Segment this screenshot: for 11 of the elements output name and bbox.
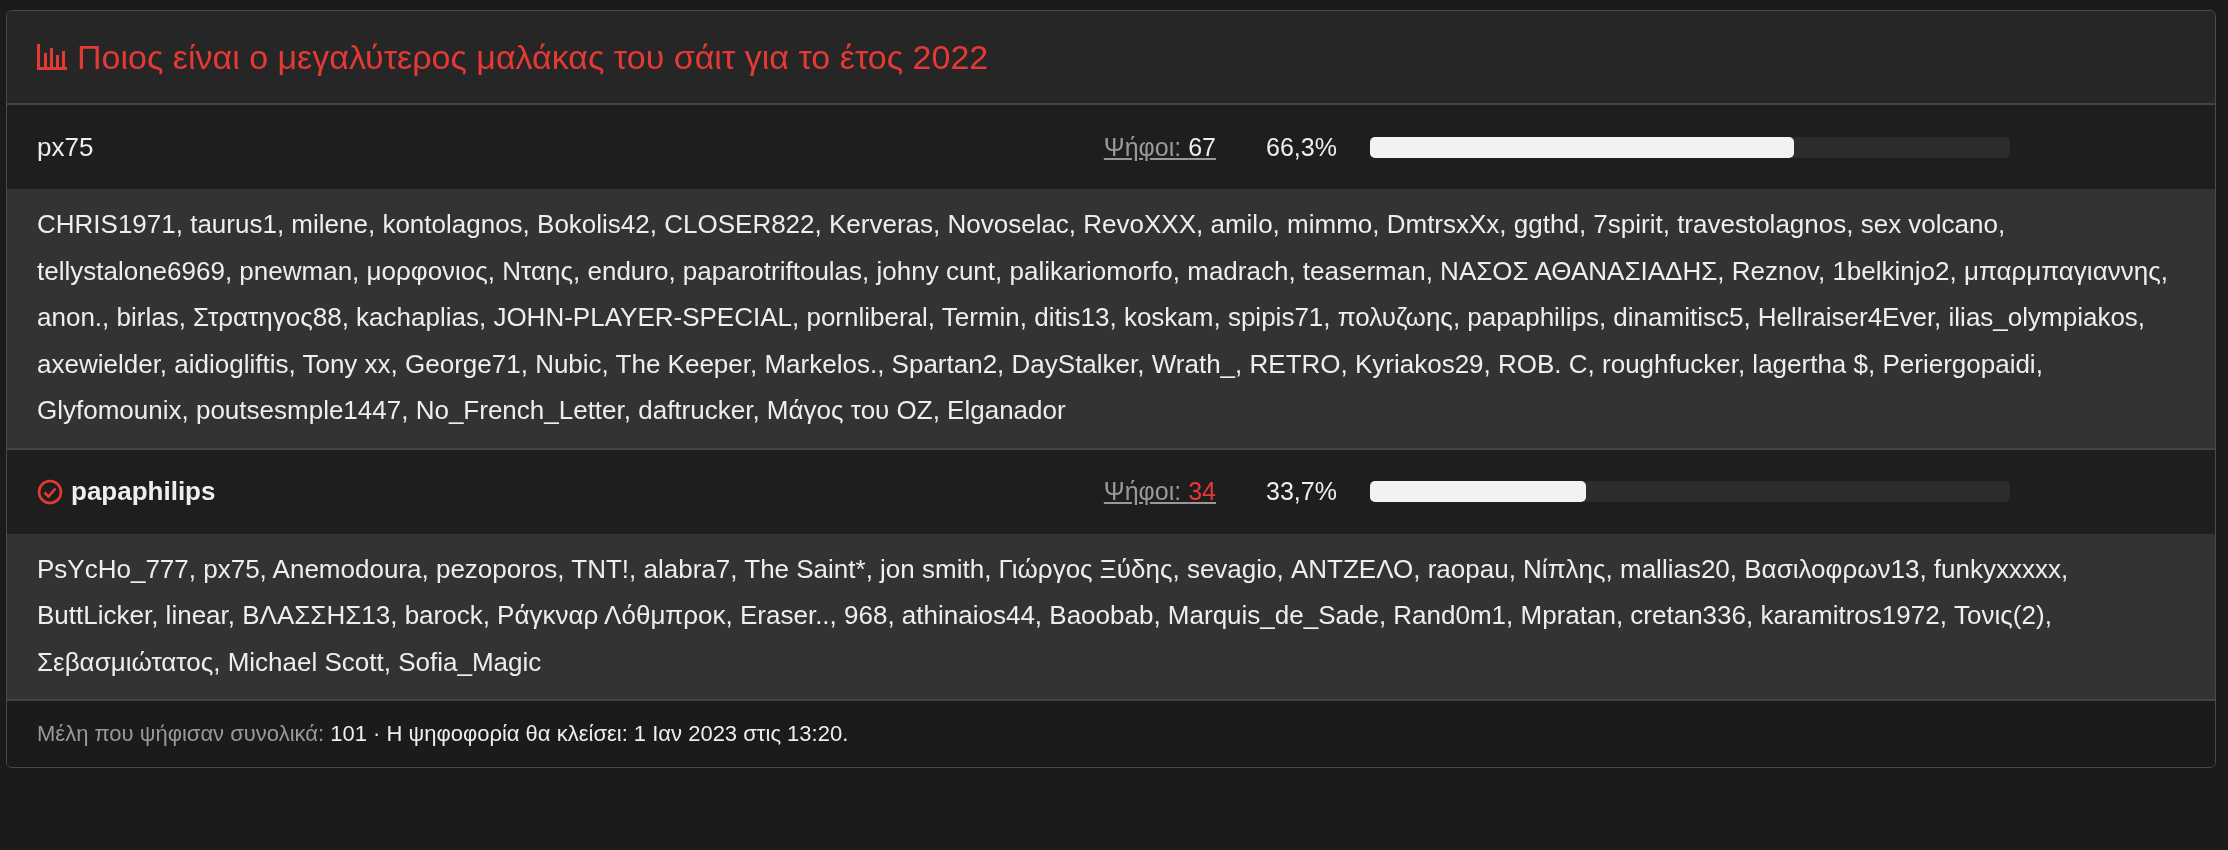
- bar-chart-icon: [37, 44, 67, 70]
- vote-percentage: 33,7%: [1266, 477, 1338, 506]
- poll-title: Ποιος είναι ο μεγαλύτερος μαλάκας του σάιτ για το έτος 2022: [77, 37, 989, 77]
- voter-list: PsYcHo_777, px75, Anemodoura, pezoporos, TNT!, alabra7, The Saint*, jon smith, Γιώργος Ξύδης, sevagio, ΑΝΤΖΕΛΟ, raopau, Νίπλης, mallias20, Βασιλοφρων13, funkyxxxxx, ButtLicker, linear, ΒΛΑΣΣΗΣ13, barock, Ράγκναρ Λόθμπροκ, Eraser.., 968, athinaios44, Baoobab, Marquis_de_Sade, Rand0m1, Mpratan, cretan336, karamitros1972, Τονις(2), Σεβασμιώτατος, Michael Scott, Sofia_Magic: [7, 533, 2215, 701]
- option-name: px75: [37, 131, 94, 163]
- voter-list: CHRIS1971, taurus1, milene, kontolagnos, Bokolis42, CLOSER822, Kerveras, Novoselac, RevoXXX, amilo, mimmo, DmtrsxXx, ggthd, 7spirit, travestolagnos, sex volcano, tellystalone6969, pnewman, μορφονιος, Νταης, enduro, paparotriftoulas, johny cunt, palikariomorfo, madrach, teaserman, ΝΑΣΟΣ ΑΘΑΝΑΣΙΑΔΗΣ, Reznov, 1belkinjo2, μπαρμπαγιαννης, anon., birlas, Στρατηγος88, kachaplias, JOHN-PLAYER-SPECIAL, pornliberal, Termin, ditis13, koskam, spipis71, πολυζωης, papaphilips, dinamitisc5, Hellraiser4Ever, ilias_olympiakos, axewielder, aidiogliftis, Tony xx, George71, Nubic, The Keeper, Markelos., Spartan2, DayStalker, Wrath_, RETRO, Kyriakos29, ROB. C, roughfucker, lagertha $, Periergopaidi, Glyfomounix, poutsesmple1447, No_French_Letter, daftrucker, Μάγος του OZ, Elganador: [7, 189, 2215, 450]
- vote-percentage: 66,3%: [1266, 132, 1338, 162]
- votes-link[interactable]: Ψήφοι: 67: [1103, 132, 1216, 162]
- option-name: papaphilips: [71, 476, 216, 507]
- poll-summary: Μέλη που ψήφισαν συνολικά: 101 · Η ψηφοφορία θα κλείσει: 1 Ιαν 2023 στις 13:20.: [37, 721, 849, 746]
- votes-link[interactable]: Ψήφοι: 34: [1103, 477, 1216, 506]
